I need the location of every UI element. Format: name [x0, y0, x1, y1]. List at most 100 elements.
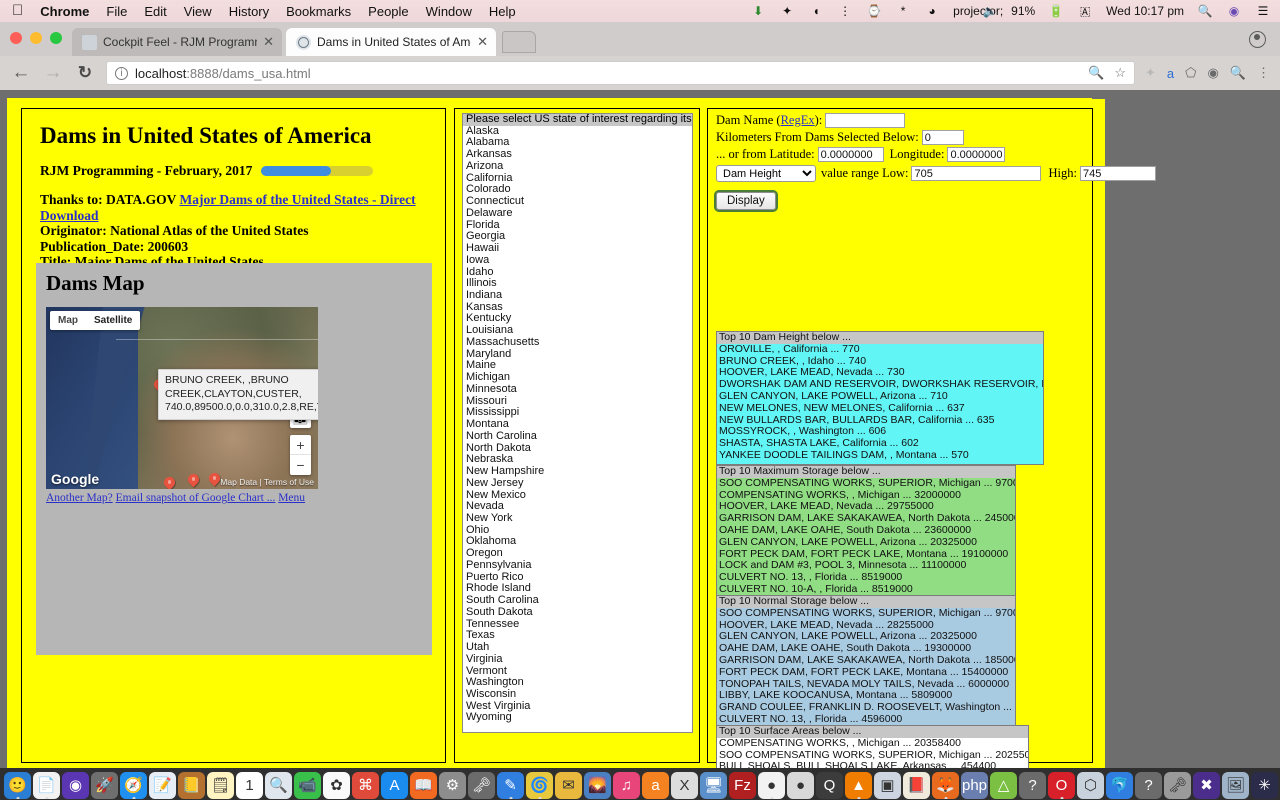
dock-icon-stickies[interactable]: 🗒 [207, 772, 234, 799]
tab-cockpit-feel[interactable]: Cockpit Feel - RJM Programmi ✕ [72, 28, 282, 56]
amazon-assistant-icon[interactable]: a [1167, 66, 1174, 81]
screen-mirroring-icon[interactable]: projector; [953, 5, 1003, 17]
dock-icon-phpmyadmin[interactable]: php [961, 772, 988, 799]
state-option[interactable]: Hawaii [463, 242, 692, 255]
result-row[interactable]: FORT PECK DAM, FORT PECK LAKE, Montana .… [717, 666, 1015, 679]
dock-icon-image-editor[interactable]: 🌄 [584, 772, 611, 799]
dock-icon-firefox[interactable]: 🦊 [932, 772, 959, 799]
dock-icon-contacts[interactable]: 📒 [178, 772, 205, 799]
display-button[interactable]: Display [716, 192, 776, 210]
dock-icon-vlc[interactable]: ▲ [845, 772, 872, 799]
zoom-out-icon[interactable]: 🔍 [1088, 65, 1104, 81]
state-option[interactable]: Delaware [463, 207, 692, 220]
menubar-clock[interactable]: Wed 10:17 pm [1106, 4, 1184, 18]
latitude-input[interactable] [817, 147, 884, 162]
map-marker[interactable] [209, 473, 220, 489]
dock-icon-dictionary[interactable]: 🔍 [265, 772, 292, 799]
state-option[interactable]: Wisconsin [463, 688, 692, 701]
google-map[interactable]: Map Satellite BRUNO CREEK, ,BRUNO CREEK,… [46, 307, 318, 489]
dock-icon-launchpad[interactable]: 🚀 [91, 772, 118, 799]
dock-icon-app-store[interactable]: A [381, 772, 408, 799]
apple-menu-icon[interactable]:  [12, 3, 23, 18]
state-option[interactable]: New York [463, 512, 692, 525]
dock-icon-avast[interactable]: a [642, 772, 669, 799]
dock-icon-system-prefs-alt[interactable]: ⌘ [352, 772, 379, 799]
dock-icon-unknown-app-2[interactable]: ? [1135, 772, 1162, 799]
state-option[interactable]: Tennessee [463, 618, 692, 631]
state-option[interactable]: South Dakota [463, 606, 692, 619]
reload-icon[interactable]: ↻ [74, 63, 96, 83]
dock-icon-finder[interactable]: 🙂 [4, 772, 31, 799]
map-zoom-in-button[interactable]: + [290, 435, 311, 455]
dock-icon-calendar[interactable]: 1 [236, 772, 263, 799]
download-icon[interactable]: ⬇ [750, 5, 766, 17]
search-icon[interactable]: 🔍 [1230, 65, 1246, 81]
map-type-control[interactable]: Map Satellite [50, 311, 141, 330]
dock-icon-virtualbox[interactable]: ⬡ [1077, 772, 1104, 799]
dock-icon-unknown-app-1[interactable]: ? [1019, 772, 1046, 799]
forward-arrow-icon[interactable]: → [42, 62, 64, 84]
siri-icon[interactable]: ◉ [1226, 5, 1242, 17]
hexagon-icon[interactable]: ⬠ [1185, 65, 1196, 81]
site-info-icon[interactable]: i [115, 66, 128, 80]
result-row[interactable]: GARRISON DAM, LAKE SAKAKAWEA, North Dako… [717, 654, 1015, 667]
result-row[interactable]: SOO COMPENSATING WORKS, SUPERIOR, Michig… [717, 607, 1015, 620]
dock-icon-virtualbox-box[interactable]: ▣ [874, 772, 901, 799]
result-row[interactable]: YANKEE DOODLE TAILINGS DAM, , Montana ..… [717, 449, 1043, 462]
result-row[interactable]: CULVERT NO. 13, , Florida ... 4596000 [717, 713, 1015, 726]
close-tab-icon[interactable]: ✕ [477, 34, 488, 50]
results-maximum-storage[interactable]: Top 10 Maximum Storage below ... SOO COMP… [716, 465, 1016, 597]
close-window-button[interactable] [10, 32, 22, 44]
results-surface-areas[interactable]: Top 10 Surface Areas below ... COMPENSATI… [716, 725, 1029, 768]
map-type-satellite-button[interactable]: Satellite [86, 311, 140, 330]
volume-icon[interactable]: 🔈 [982, 5, 998, 17]
result-row[interactable]: GLEN CANYON, LAKE POWELL, Arizona ... 71… [717, 390, 1043, 403]
chrome-menu-icon[interactable]: ⋮ [1257, 65, 1270, 81]
result-row[interactable]: COMPENSATING WORKS, , Michigan ... 20358… [717, 737, 1028, 750]
dock-icon-safari[interactable]: 🧭 [120, 772, 147, 799]
dock-icon-filezilla[interactable]: Fz [729, 772, 756, 799]
state-option[interactable]: Maryland [463, 348, 692, 361]
dock-icon-chrome-canary[interactable]: ● [787, 772, 814, 799]
pocket-icon[interactable]: ◉ [1207, 65, 1218, 81]
result-row[interactable]: OAHE DAM, LAKE OAHE, South Dakota ... 23… [717, 524, 1015, 537]
state-option[interactable]: Arizona [463, 160, 692, 173]
kilometers-input[interactable] [921, 130, 964, 145]
dock-icon-android-studio[interactable]: △ [990, 772, 1017, 799]
map-type-map-button[interactable]: Map [50, 311, 86, 330]
range-high-input[interactable] [1079, 166, 1156, 181]
menu-view[interactable]: View [184, 4, 212, 19]
another-map-link[interactable]: Another Map? [46, 492, 113, 504]
state-option[interactable]: Texas [463, 630, 692, 642]
dock-icon-dolphin-browser[interactable]: 🐬 [1106, 772, 1133, 799]
star-icon[interactable]: ☆ [1114, 65, 1126, 81]
state-option[interactable]: Wyoming [463, 712, 692, 724]
menu-link[interactable]: Menu [278, 492, 305, 504]
state-option[interactable]: Minnesota [463, 383, 692, 396]
state-option[interactable]: Iowa [463, 254, 692, 267]
minimize-window-button[interactable] [30, 32, 42, 44]
dock-icon-opera[interactable]: O [1048, 772, 1075, 799]
bluetooth-icon[interactable]: * [895, 5, 911, 17]
tab-dams-usa[interactable]: Dams in United States of Amer ✕ [286, 28, 496, 56]
map-attribution-footer[interactable]: Map Data | Terms of Use [220, 477, 314, 487]
range-low-input[interactable] [911, 166, 1042, 181]
notification-center-icon[interactable]: ☰ [1255, 5, 1271, 17]
menu-file[interactable]: File [106, 4, 127, 19]
dock-icon-coda[interactable]: 🌀 [526, 772, 553, 799]
dock-icon-keychain-access[interactable]: 🗝 [1164, 772, 1191, 799]
result-row[interactable]: BULL SHOALS, BULL SHOALS LAKE, Arkansas … [717, 761, 1028, 768]
dock-icon-word-processor[interactable]: 📕 [903, 772, 930, 799]
battery-charging-icon[interactable]: 🔋 [1048, 5, 1064, 17]
dock-icon-mail-app[interactable]: ✉ [555, 772, 582, 799]
time-machine-icon[interactable]: ⌚ [866, 5, 882, 17]
profile-avatar-icon[interactable] [1249, 31, 1266, 48]
menu-bookmarks[interactable]: Bookmarks [286, 4, 351, 19]
dock-icon-screenshot-app[interactable]: 🖼 [1222, 772, 1249, 799]
dock-icon-grid-app[interactable]: ✳ [1251, 772, 1278, 799]
results-dam-height[interactable]: Top 10 Dam Height below ... OROVILLE, , C… [716, 331, 1044, 465]
maximize-window-button[interactable] [50, 32, 62, 44]
metric-select[interactable]: Dam HeightMaximum StorageNormal StorageS… [716, 165, 816, 182]
result-row[interactable]: SOO COMPENSATING WORKS, SUPERIOR, Michig… [717, 477, 1015, 490]
search-icon[interactable]: 🔍 [1197, 5, 1213, 17]
